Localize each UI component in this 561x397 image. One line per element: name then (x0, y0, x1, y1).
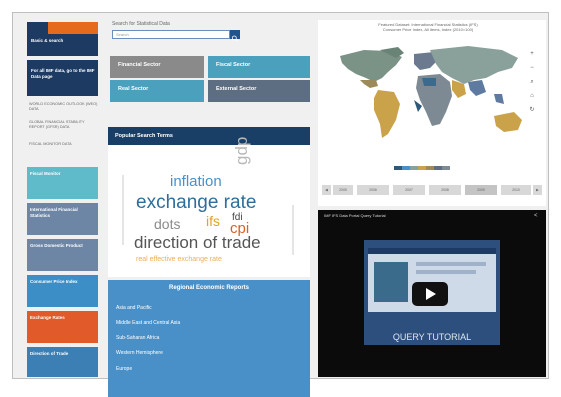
year-tab-2008[interactable]: 2008 (429, 185, 461, 195)
report-link-western-hemisphere[interactable]: Western Hemisphere (116, 350, 163, 356)
sector-fiscal[interactable]: Fiscal Sector (208, 56, 310, 78)
video-title: IMF IFS Data Portal Query Tutorial (324, 213, 386, 218)
prev-icon[interactable]: ◀ (322, 185, 331, 195)
regional-reports-title: Regional Economic Reports (168, 285, 249, 291)
tile-fiscal-monitor-label: Fiscal Monitor (30, 171, 61, 176)
middle-column: Search for Statistical Data Search Finan… (108, 20, 310, 397)
world-map[interactable] (318, 20, 546, 206)
next-icon[interactable]: ▶ (533, 185, 542, 195)
link-gfsr[interactable]: Global Financial Stability Report (GFSR)… (29, 120, 99, 129)
cloud-term-ifs[interactable]: ifs (206, 213, 220, 229)
word-cloud: inflation gdp exchange rate fdi cpi ifs … (108, 137, 310, 277)
cloud-term-exchange-rate[interactable]: exchange rate (136, 192, 256, 214)
thumbnail-line (416, 262, 486, 266)
report-link-europe[interactable]: Europe (116, 366, 132, 372)
cloud-term-inflation[interactable]: inflation (170, 173, 222, 190)
video-thumbnail[interactable]: QUERY TUTORIAL (364, 240, 500, 345)
play-button[interactable] (412, 282, 448, 306)
imf-data-label: For all IMF data, go to the IMF Data pag… (31, 68, 95, 79)
sector-financial[interactable]: Financial Sector (110, 56, 204, 78)
cloud-term-dots[interactable]: dots (154, 216, 180, 232)
tile-cpi[interactable]: Consumer Price Index (27, 275, 98, 307)
home-icon[interactable]: ⌂ (528, 92, 536, 100)
orange-banner (48, 22, 98, 34)
report-link-africa[interactable]: Sub-Saharan Africa (116, 335, 159, 341)
featured-map-panel: Featured Dataset: International Financia… (318, 20, 546, 206)
link-weo[interactable]: World Economic Outlook (WEO) Data (29, 102, 99, 111)
cloud-term-reer[interactable]: real effective exchange rate (136, 256, 222, 263)
tile-fiscal-monitor[interactable]: Fiscal Monitor (27, 167, 98, 199)
tile-exchange-rates-label: Exchange Rates (30, 315, 65, 320)
search-placeholder: Search (116, 32, 129, 37)
thumbnail-line (416, 270, 476, 274)
basic-search-label: Basic & search (31, 38, 64, 43)
tile-ifs[interactable]: International Financial Statistics (27, 203, 98, 235)
sector-external[interactable]: External Sector (208, 80, 310, 102)
tile-dot-label: Direction of Trade (30, 351, 69, 356)
basic-search-tile[interactable]: Basic & search (27, 22, 98, 56)
year-tab-2010[interactable]: 2010 (501, 185, 531, 195)
thumbnail-image (374, 262, 408, 302)
video-panel: IMF IFS Data Portal Query Tutorial < QUE… (318, 210, 546, 377)
thumbnail-header (368, 248, 496, 254)
sector-real[interactable]: Real Sector (110, 80, 204, 102)
query-tutorial-text: QUERY TUTORIAL (392, 332, 472, 342)
year-tab-2006[interactable]: 2006 (357, 185, 389, 195)
search-icon (231, 35, 239, 42)
year-tab-2005[interactable]: 2005 (333, 185, 353, 195)
link-fiscal[interactable]: Fiscal Monitor Data (29, 142, 99, 147)
tile-exchange-rates[interactable]: Exchange Rates (27, 311, 98, 343)
tile-cpi-label: Consumer Price Index (30, 279, 78, 284)
tile-gdp-label: Gross Domestic Product (30, 243, 83, 248)
refresh-icon[interactable]: ↻ (528, 106, 536, 114)
cloud-deco-line (122, 175, 125, 245)
report-link-asia[interactable]: Asia and Pacific (116, 305, 152, 311)
regional-reports-panel: Regional Economic Reports Asia and Pacif… (108, 280, 310, 397)
search-input[interactable]: Search (112, 30, 230, 39)
zoom-out-icon[interactable]: − (528, 64, 536, 72)
tile-ifs-label: International Financial Statistics (30, 207, 78, 218)
search-title: Search for Statistical Data (112, 21, 170, 27)
imf-data-tile[interactable]: For all IMF data, go to the IMF Data pag… (27, 60, 98, 96)
year-tab-2009[interactable]: 2009 (465, 185, 497, 195)
report-link-mecad[interactable]: Middle East and Central Asia (116, 320, 180, 326)
cloud-deco-line-right (292, 205, 295, 255)
year-tab-2007[interactable]: 2007 (393, 185, 425, 195)
tile-gdp[interactable]: Gross Domestic Product (27, 239, 98, 271)
timeline-bar: ◀ 2005 2006 2007 2008 2009 2010 ▶ (322, 185, 542, 195)
left-column: Basic & search For all IMF data, go to t… (27, 22, 100, 377)
cloud-term-direction-of-trade[interactable]: direction of trade (134, 233, 261, 253)
tile-dot[interactable]: Direction of Trade (27, 347, 98, 377)
share-icon[interactable]: < (534, 213, 538, 219)
cloud-term-gdp[interactable]: gdp (232, 137, 252, 165)
zoom-in-icon[interactable]: + (528, 50, 536, 58)
popular-search-header: Popular Search Terms (108, 127, 310, 145)
search-button[interactable] (230, 30, 240, 42)
search-map-icon[interactable]: ⌕ (528, 78, 536, 86)
